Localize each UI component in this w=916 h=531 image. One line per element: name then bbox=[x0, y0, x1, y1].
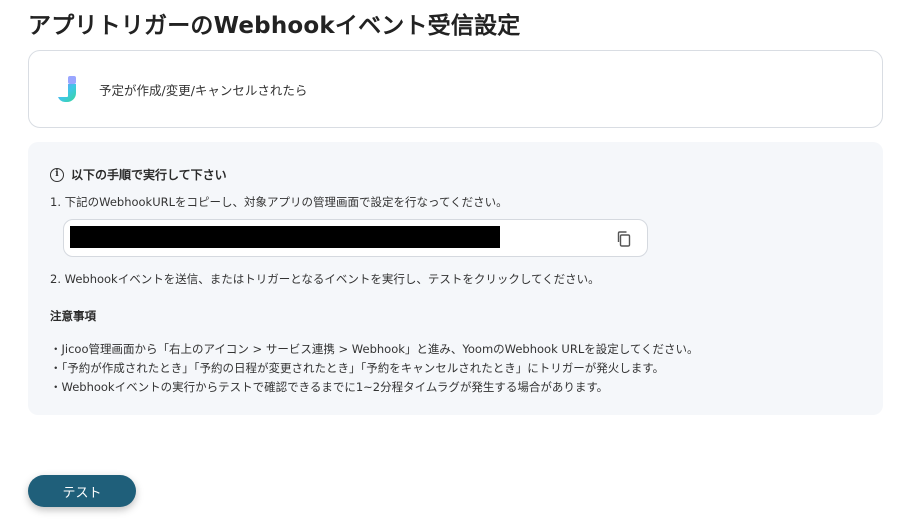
instructions-panel: i 以下の手順で実行して下さい 1. 下記のWebhookURLをコピーし、対象… bbox=[28, 142, 883, 415]
jicoo-logo-icon bbox=[58, 76, 76, 102]
webhook-url-value[interactable] bbox=[70, 226, 500, 248]
step-2-text: 2. Webhookイベントを送信、またはトリガーとなるイベントを実行し、テスト… bbox=[50, 272, 600, 286]
notes-title: 注意事項 bbox=[50, 309, 96, 323]
note-item: ・「予約が作成されたとき」「予約の日程が変更されたとき」「予約をキャンセルされた… bbox=[50, 361, 665, 375]
note-item: ・Jicoo管理画面から「右上のアイコン > サービス連携 > Webhook」… bbox=[50, 342, 699, 356]
note-item: ・Webhookイベントの実行からテストで確認できるまでに1~2分程タイムラグが… bbox=[50, 380, 609, 394]
step-1-text: 1. 下記のWebhookURLをコピーし、対象アプリの管理画面で設定を行なって… bbox=[50, 195, 508, 209]
test-button[interactable]: テスト bbox=[28, 475, 136, 507]
page-title: アプリトリガーのWebhookイベント受信設定 bbox=[28, 13, 521, 39]
trigger-card[interactable]: 予定が作成/変更/キャンセルされたら bbox=[28, 50, 883, 128]
copy-icon[interactable] bbox=[615, 230, 633, 248]
instructions-heading: i 以下の手順で実行して下さい bbox=[50, 166, 227, 183]
trigger-label: 予定が作成/変更/キャンセルされたら bbox=[99, 82, 308, 98]
instructions-heading-text: 以下の手順で実行して下さい bbox=[71, 168, 227, 182]
webhook-url-field[interactable] bbox=[63, 219, 648, 257]
info-icon: i bbox=[50, 167, 64, 182]
